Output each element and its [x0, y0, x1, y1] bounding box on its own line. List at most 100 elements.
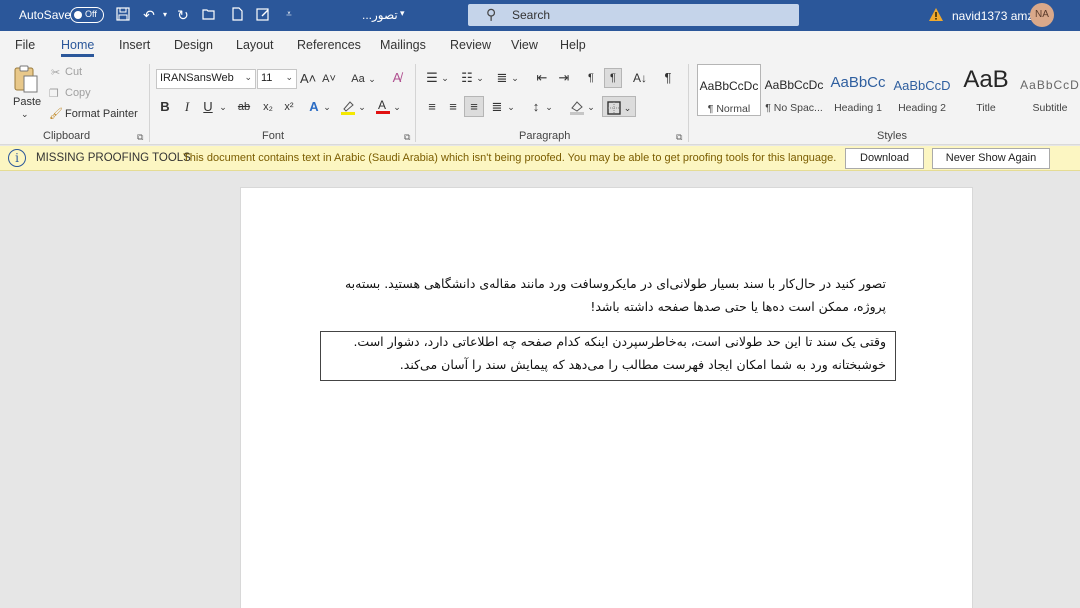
- grow-font-icon[interactable]: A˄: [300, 71, 316, 87]
- chevron-down-icon[interactable]: ⌄: [219, 99, 227, 115]
- italic-icon[interactable]: I: [180, 99, 194, 115]
- clear-formatting-icon[interactable]: A̸: [389, 70, 405, 86]
- search-box[interactable]: ⚲ Search: [468, 4, 799, 26]
- align-center-icon[interactable]: ≡: [445, 99, 461, 115]
- ltr-paragraph-icon[interactable]: ¶: [584, 70, 598, 86]
- paragraph-2-line-2[interactable]: خوشبختانه ورد به شما امکان ایجاد فهرست م…: [326, 353, 886, 376]
- change-case-icon[interactable]: Aa: [350, 71, 366, 87]
- superscript-icon[interactable]: x²: [281, 99, 297, 115]
- never-show-again-button[interactable]: Never Show Again: [932, 148, 1050, 169]
- clipboard-launcher-icon[interactable]: ⧉: [137, 132, 143, 143]
- tab-help[interactable]: Help: [560, 38, 586, 52]
- chevron-down-icon[interactable]: ⌄: [393, 99, 401, 115]
- format-painter-button[interactable]: Format Painter: [65, 108, 138, 120]
- style-name: Subtitle: [1032, 102, 1068, 114]
- numbering-icon[interactable]: ☷: [459, 70, 475, 86]
- justify-icon[interactable]: ≣: [489, 99, 505, 115]
- tab-mailings[interactable]: Mailings: [380, 38, 426, 52]
- edit-document-icon[interactable]: [254, 6, 272, 24]
- paragraph-1-line-2[interactable]: پروژه، ممکن است ده‌ها یا حتی صدها صفحه د…: [306, 295, 886, 318]
- chevron-down-icon[interactable]: ⌄: [511, 70, 519, 86]
- increase-indent-icon[interactable]: ⇥: [556, 70, 572, 86]
- style-subtitle[interactable]: AaBbCcD Subtitle: [1018, 64, 1080, 116]
- tab-insert[interactable]: Insert: [119, 38, 150, 52]
- shading-icon[interactable]: [569, 99, 585, 119]
- highlight-icon[interactable]: [340, 99, 356, 119]
- chevron-down-icon[interactable]: ⌄: [545, 99, 553, 115]
- tab-review[interactable]: Review: [450, 38, 491, 52]
- chevron-down-icon[interactable]: ⌄: [367, 71, 377, 87]
- tab-home[interactable]: Home: [61, 38, 95, 57]
- style-normal[interactable]: AaBbCcDc ¶ Normal: [697, 64, 761, 116]
- font-size-select[interactable]: 11 ⌄: [257, 69, 297, 89]
- paste-icon[interactable]: [12, 64, 40, 93]
- style-no-spacing[interactable]: AaBbCcDc ¶ No Spac...: [762, 64, 826, 116]
- format-painter-icon[interactable]: 🖌: [49, 107, 63, 120]
- text-effects-icon[interactable]: A: [307, 99, 321, 115]
- chevron-down-icon[interactable]: ⌄: [507, 99, 515, 115]
- search-icon: ⚲: [486, 6, 497, 22]
- clipboard-group-label: Clipboard: [43, 130, 91, 142]
- style-heading-1[interactable]: AaBbCc Heading 1: [826, 64, 890, 116]
- customize-toolbar-icon[interactable]: ⩡: [280, 6, 298, 24]
- paragraph-launcher-icon[interactable]: ⧉: [676, 132, 682, 143]
- chevron-down-icon[interactable]: ▾: [400, 8, 405, 19]
- style-title[interactable]: AaB Title: [954, 64, 1018, 116]
- chevron-down-icon: ⌄: [285, 72, 293, 82]
- strikethrough-icon[interactable]: ab: [236, 99, 252, 115]
- align-right-icon[interactable]: ≡: [464, 96, 484, 117]
- chevron-down-icon[interactable]: ⌄: [323, 99, 331, 115]
- save-icon[interactable]: [114, 6, 132, 24]
- subscript-icon[interactable]: x₂: [260, 99, 276, 115]
- tab-layout[interactable]: Layout: [236, 38, 274, 52]
- document-title[interactable]: تصور...: [362, 8, 398, 22]
- avatar[interactable]: NA: [1030, 3, 1054, 27]
- open-folder-icon[interactable]: [200, 6, 218, 24]
- tab-references[interactable]: References: [297, 38, 361, 52]
- chevron-down-icon[interactable]: ⌄: [476, 70, 484, 86]
- document-page[interactable]: تصور کنید در حال‌کار با سند بسیار طولانی…: [240, 187, 973, 608]
- chevron-down-icon[interactable]: ⌄: [358, 99, 366, 115]
- ribbon-tabs: File Home Insert Design Layout Reference…: [0, 31, 1080, 58]
- style-name: Title: [976, 102, 996, 114]
- line-spacing-icon[interactable]: ↕: [528, 99, 544, 115]
- download-button[interactable]: Download: [845, 148, 924, 169]
- decrease-indent-icon[interactable]: ⇤: [534, 70, 550, 86]
- font-launcher-icon[interactable]: ⧉: [404, 132, 410, 143]
- style-sample: AaBbCcDc: [699, 79, 759, 93]
- paste-button[interactable]: Paste: [13, 96, 41, 108]
- shrink-font-icon[interactable]: A˅: [321, 71, 337, 87]
- copy-icon[interactable]: ❐: [49, 87, 59, 100]
- tab-file[interactable]: File: [15, 38, 35, 52]
- redo-icon[interactable]: ↻: [174, 6, 192, 24]
- autosave-toggle[interactable]: Off: [70, 7, 104, 23]
- multilevel-list-icon[interactable]: ≣: [494, 70, 510, 86]
- sort-icon[interactable]: A↓: [631, 70, 649, 86]
- cut-button[interactable]: Cut: [65, 66, 82, 78]
- align-left-icon[interactable]: ≡: [424, 99, 440, 115]
- bold-icon[interactable]: B: [158, 99, 172, 115]
- cut-icon[interactable]: ✂: [51, 66, 60, 79]
- copy-button[interactable]: Copy: [65, 87, 91, 99]
- warning-icon[interactable]: [928, 7, 944, 23]
- borders-icon[interactable]: ⌄: [602, 96, 636, 117]
- paragraph-2-line-1[interactable]: وقتی یک سند تا این حد طولانی است، به‌خاط…: [326, 330, 886, 353]
- font-family-select[interactable]: IRANSansWeb ⌄: [156, 69, 256, 89]
- tab-design[interactable]: Design: [174, 38, 213, 52]
- chevron-down-icon[interactable]: ⌄: [441, 70, 449, 86]
- chevron-down-icon: ⌄: [244, 72, 252, 82]
- chevron-down-icon[interactable]: ⌄: [587, 99, 595, 115]
- search-placeholder: Search: [512, 8, 551, 22]
- show-formatting-marks-icon[interactable]: ¶: [661, 70, 675, 86]
- underline-icon[interactable]: U: [201, 99, 215, 115]
- paragraph-1-line-1[interactable]: تصور کنید در حال‌کار با سند بسیار طولانی…: [306, 272, 886, 295]
- font-color-icon[interactable]: A: [375, 98, 391, 119]
- rtl-paragraph-icon[interactable]: ¶: [604, 68, 622, 88]
- user-name[interactable]: navid1373 amz: [952, 9, 1033, 23]
- undo-dropdown-icon[interactable]: ▾: [156, 6, 174, 24]
- paste-dropdown-icon[interactable]: ⌄: [21, 109, 29, 120]
- tab-view[interactable]: View: [511, 38, 538, 52]
- style-heading-2[interactable]: AaBbCcD Heading 2: [890, 64, 954, 116]
- bullets-icon[interactable]: ☰: [424, 70, 440, 86]
- new-document-icon[interactable]: [228, 6, 246, 24]
